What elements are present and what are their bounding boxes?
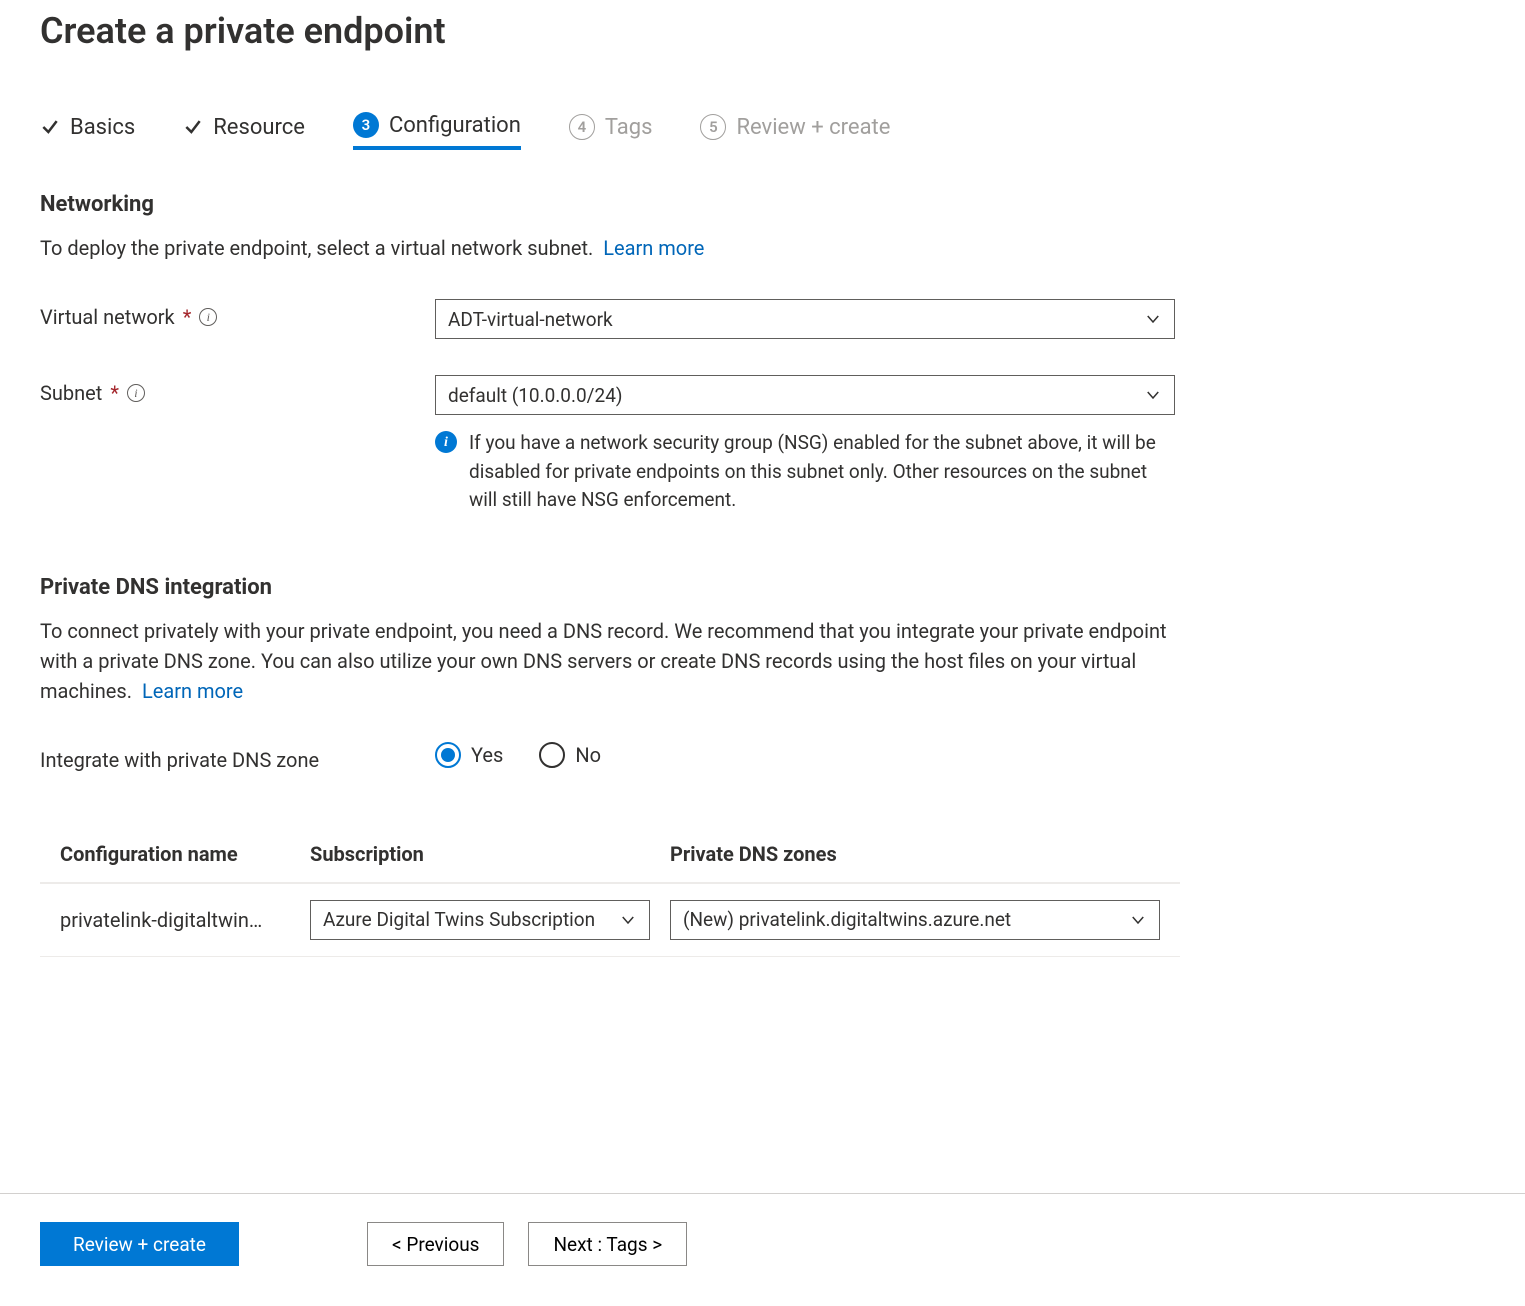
subscription-select[interactable]: Azure Digital Twins Subscription <box>310 900 650 940</box>
subscription-value: Azure Digital Twins Subscription <box>323 908 595 931</box>
chevron-down-icon <box>1144 386 1162 404</box>
table-row: privatelink-digitaltwin… Azure Digital T… <box>40 883 1180 956</box>
radio-no-label: No <box>575 743 601 767</box>
subnet-label: Subnet <box>40 381 102 405</box>
virtual-network-label: Virtual network <box>40 305 175 329</box>
tab-resource-label: Resource <box>213 115 305 140</box>
dns-zones-table: Configuration name Subscription Private … <box>40 826 1180 957</box>
subnet-value: default (10.0.0.0/24) <box>448 384 623 407</box>
next-button[interactable]: Next : Tags > <box>528 1222 687 1266</box>
tab-tags-label: Tags <box>605 115 653 140</box>
step-number-badge: 3 <box>353 112 379 138</box>
chevron-down-icon <box>1144 310 1162 328</box>
virtual-network-select[interactable]: ADT-virtual-network <box>435 299 1175 339</box>
subnet-select[interactable]: default (10.0.0.0/24) <box>435 375 1175 415</box>
col-header-private-dns-zones: Private DNS zones <box>670 842 1160 866</box>
integrate-dns-radio-yes[interactable]: Yes <box>435 742 503 768</box>
info-icon[interactable]: i <box>199 308 217 326</box>
tab-basics[interactable]: Basics <box>40 115 135 148</box>
checkmark-icon <box>40 117 60 137</box>
private-dns-heading: Private DNS integration <box>40 575 1485 600</box>
virtual-network-value: ADT-virtual-network <box>448 308 613 331</box>
radio-yes-label: Yes <box>471 743 503 767</box>
networking-heading: Networking <box>40 192 1485 217</box>
subnet-info-text: If you have a network security group (NS… <box>469 429 1175 515</box>
wizard-tabs: Basics Resource 3 Configuration 4 Tags 5… <box>40 112 1485 150</box>
tab-configuration-label: Configuration <box>389 113 521 138</box>
info-icon[interactable]: i <box>127 384 145 402</box>
tab-tags[interactable]: 4 Tags <box>569 114 653 148</box>
wizard-footer: Review + create < Previous Next : Tags > <box>0 1193 1525 1266</box>
chevron-down-icon <box>619 911 637 929</box>
integrate-dns-label: Integrate with private DNS zone <box>40 748 319 772</box>
review-create-button[interactable]: Review + create <box>40 1222 239 1266</box>
networking-learn-more-link[interactable]: Learn more <box>603 236 704 260</box>
tab-review-create[interactable]: 5 Review + create <box>700 114 890 148</box>
tab-resource[interactable]: Resource <box>183 115 305 148</box>
radio-icon <box>435 742 461 768</box>
integrate-dns-radio-no[interactable]: No <box>539 742 601 768</box>
tab-configuration[interactable]: 3 Configuration <box>353 112 521 150</box>
col-header-configuration-name: Configuration name <box>60 842 310 866</box>
chevron-down-icon <box>1129 911 1147 929</box>
cell-configuration-name: privatelink-digitaltwin… <box>60 908 310 932</box>
private-dns-description: To connect privately with your private e… <box>40 616 1180 706</box>
previous-button[interactable]: < Previous <box>367 1222 505 1266</box>
required-indicator: * <box>183 305 192 329</box>
info-icon: i <box>435 431 457 453</box>
tab-basics-label: Basics <box>70 115 135 140</box>
col-header-subscription: Subscription <box>310 842 670 866</box>
step-number-badge: 4 <box>569 114 595 140</box>
tab-review-create-label: Review + create <box>736 115 890 140</box>
dns-learn-more-link[interactable]: Learn more <box>142 679 243 703</box>
radio-icon <box>539 742 565 768</box>
private-dns-zone-value: (New) privatelink.digitaltwins.azure.net <box>683 908 1011 931</box>
checkmark-icon <box>183 117 203 137</box>
page-title: Create a private endpoint <box>40 10 1485 52</box>
step-number-badge: 5 <box>700 114 726 140</box>
required-indicator: * <box>110 381 119 405</box>
private-dns-zone-select[interactable]: (New) privatelink.digitaltwins.azure.net <box>670 900 1160 940</box>
networking-description-text: To deploy the private endpoint, select a… <box>40 236 593 260</box>
networking-description: To deploy the private endpoint, select a… <box>40 233 1180 263</box>
